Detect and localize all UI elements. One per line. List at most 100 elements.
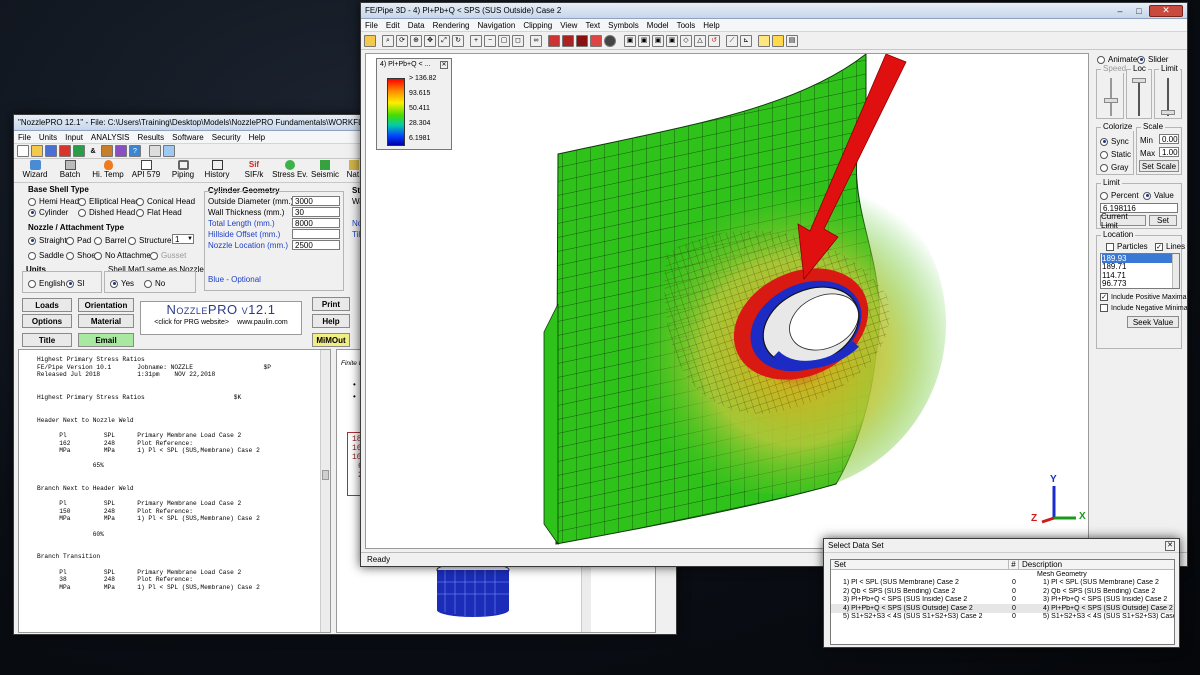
render-shade-icon[interactable] xyxy=(562,34,574,47)
refresh-icon[interactable]: ↺ xyxy=(708,34,720,47)
copy-icon[interactable] xyxy=(149,145,161,157)
paulin-banner[interactable]: NozzlePRO v12.1 <click for PRG website> … xyxy=(140,301,302,335)
include-negative-minima[interactable]: Include Negative Minima xyxy=(1100,304,1188,312)
limit-percent[interactable]: Percent xyxy=(1100,191,1139,200)
fe-menu-edit[interactable]: Edit xyxy=(386,21,400,30)
graph-icon[interactable]: ⟋ xyxy=(726,34,738,47)
limit-thumb[interactable] xyxy=(1161,110,1175,115)
limit-slider[interactable]: Limit xyxy=(1154,64,1182,119)
shell-elliptical-head[interactable]: Elliptical Head xyxy=(78,197,140,206)
nozzle-straight[interactable]: Straight xyxy=(28,236,67,245)
zoom-all-icon[interactable]: ◻ xyxy=(512,34,524,47)
scale-max-field[interactable]: 1.00 xyxy=(1159,147,1179,157)
shell-mat-yes[interactable]: Yes xyxy=(110,279,134,288)
view-triangle-icon[interactable]: △ xyxy=(694,34,706,47)
fe-menu-navigation[interactable]: Navigation xyxy=(478,21,516,30)
limit-set-button[interactable]: Set xyxy=(1149,215,1177,226)
view-front-icon[interactable]: ▣ xyxy=(624,34,636,47)
info-icon[interactable]: ▤ xyxy=(786,34,798,47)
help-button[interactable]: Help xyxy=(312,314,350,328)
location-item[interactable]: 189.93 xyxy=(1102,254,1179,263)
nozzle-saddle[interactable]: Saddle xyxy=(28,251,64,260)
location-item[interactable]: 114.71 xyxy=(1102,271,1179,280)
dataset-close-icon[interactable]: ✕ xyxy=(1165,540,1175,551)
zoom-out-icon[interactable]: − xyxy=(484,34,496,47)
view-top-icon[interactable]: ▣ xyxy=(652,34,664,47)
email-button[interactable]: Email xyxy=(78,333,134,347)
scale-min-field[interactable]: 0.00 xyxy=(1159,134,1179,144)
location-item[interactable]: 189.71 xyxy=(1102,262,1179,271)
help-icon[interactable]: ? xyxy=(129,145,141,157)
shell-hemi-head[interactable]: Hemi Head xyxy=(28,197,79,206)
rotate-icon[interactable]: ⟳ xyxy=(396,34,408,47)
fe-menu-text[interactable]: Text xyxy=(585,21,600,30)
chart-icon[interactable]: ⊾ xyxy=(740,34,752,47)
toolbar-batch[interactable]: Batch xyxy=(56,160,84,179)
seek-value-button[interactable]: Seek Value xyxy=(1127,316,1179,328)
colorize-static[interactable]: Static xyxy=(1100,150,1131,159)
dataset-row[interactable]: 4) Pl+Pb+Q < SPS (SUS Outside) Case 2 0 4)… xyxy=(831,604,1174,613)
menu-results[interactable]: Results xyxy=(137,133,164,142)
maximize-icon[interactable]: □ xyxy=(1130,5,1148,17)
new-file-icon[interactable] xyxy=(17,145,29,157)
report-scrollbar[interactable] xyxy=(320,350,330,632)
open-folder-icon[interactable] xyxy=(31,145,43,157)
export-icon[interactable] xyxy=(73,145,85,157)
report-icon[interactable] xyxy=(163,145,175,157)
shell-flat-head[interactable]: Flat Head xyxy=(136,208,182,217)
save-icon[interactable] xyxy=(45,145,57,157)
fe-menu-help[interactable]: Help xyxy=(703,21,719,30)
dataset-row[interactable]: 3) Pl+Pb+Q < SPS (SUS Inside) Case 2 0 3) … xyxy=(831,596,1174,605)
fe-menu-tools[interactable]: Tools xyxy=(677,21,696,30)
mode-animate[interactable]: Animate xyxy=(1097,55,1137,64)
include-positive-maxima[interactable]: ✓ Include Positive Maxima xyxy=(1100,293,1186,301)
toolbar-seismic[interactable]: Seismic xyxy=(310,160,340,179)
mimout-button[interactable]: MiMOut xyxy=(312,333,350,347)
set-scale-button[interactable]: Set Scale xyxy=(1139,160,1179,172)
view-side-icon[interactable]: ▣ xyxy=(666,34,678,47)
render-dots-icon[interactable] xyxy=(590,34,602,47)
print-button[interactable]: Print xyxy=(312,297,350,311)
orientation-button[interactable]: Orientation xyxy=(78,298,134,312)
binoculars-icon[interactable]: ∞ xyxy=(530,34,542,47)
dataset-row[interactable]: 5) S1+S2+S3 < 4S (SUS S1+S2+S3) Case 2 0 5… xyxy=(831,613,1174,622)
location-list-scrollbar[interactable] xyxy=(1172,254,1179,288)
location-particles[interactable]: Particles xyxy=(1106,242,1148,251)
dataset-row[interactable]: 1) Pl < SPL (SUS Membrane) Case 2 0 1) Pl … xyxy=(831,579,1174,588)
capture-icon[interactable] xyxy=(772,34,784,47)
ampersand-icon[interactable]: & xyxy=(87,145,99,157)
menu-analysis[interactable]: ANALYSIS xyxy=(91,133,130,142)
render-red-icon[interactable] xyxy=(548,34,560,47)
toolbar-history[interactable]: History xyxy=(202,160,232,179)
shell-conical-head[interactable]: Conical Head xyxy=(136,197,195,206)
outside-diameter-field[interactable]: 3000 xyxy=(292,196,340,206)
menu-software[interactable]: Software xyxy=(172,133,204,142)
nozzle-structure[interactable]: Structure xyxy=(128,236,171,245)
tilt-icon[interactable]: ⤢ xyxy=(438,34,450,47)
spin-icon[interactable]: ↻ xyxy=(452,34,464,47)
toolbar-api579[interactable]: API 579 xyxy=(130,160,162,179)
toolbar-wizard[interactable]: Wizard xyxy=(20,160,50,179)
zoom-window-icon[interactable]: ▢ xyxy=(498,34,510,47)
fepipe-titlebar[interactable]: FE/Pipe 3D - 4) Pl+Pb+Q < SPS (SUS Outsi… xyxy=(361,3,1187,19)
structure-count-select[interactable]: 1 ▼ xyxy=(172,234,194,244)
shell-dished-head[interactable]: Dished Head xyxy=(78,208,135,217)
render-solid-icon[interactable] xyxy=(576,34,588,47)
wall-thickness-field[interactable]: 30 xyxy=(292,207,340,217)
scrollbar-thumb[interactable] xyxy=(322,470,329,480)
colorize-sync[interactable]: Sync xyxy=(1100,137,1129,146)
calculator-icon[interactable] xyxy=(115,145,127,157)
fe-menu-rendering[interactable]: Rendering xyxy=(433,21,470,30)
hillside-offset-field[interactable] xyxy=(292,229,340,239)
view-back-icon[interactable]: ▣ xyxy=(638,34,650,47)
title-button[interactable]: Title xyxy=(22,333,72,347)
fe-menu-symbols[interactable]: Symbols xyxy=(608,21,639,30)
loc-thumb[interactable] xyxy=(1132,78,1146,83)
toolbar-sif[interactable]: Sif SIF/k xyxy=(240,160,268,179)
dataset-titlebar[interactable]: Select Data Set ✕ xyxy=(824,539,1179,553)
fe-menu-data[interactable]: Data xyxy=(408,21,425,30)
current-limit-button[interactable]: Current Limit xyxy=(1100,212,1146,230)
header-set[interactable]: Set xyxy=(831,560,1009,569)
speed-slider[interactable]: Speed xyxy=(1096,64,1129,119)
speed-thumb[interactable] xyxy=(1104,98,1118,103)
